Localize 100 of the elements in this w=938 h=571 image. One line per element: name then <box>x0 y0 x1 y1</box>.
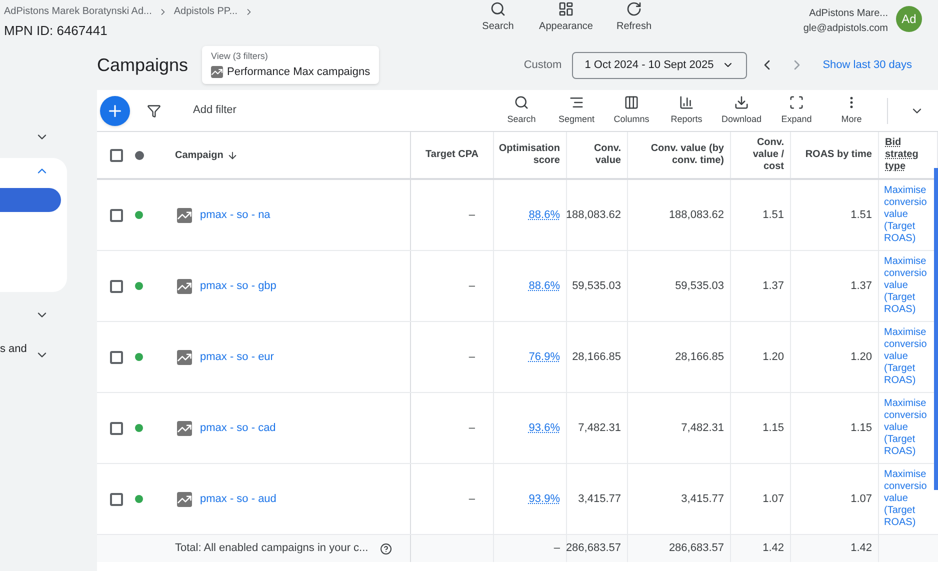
add-button[interactable] <box>100 96 130 126</box>
table-cell-text: – <box>468 492 475 507</box>
bid-strategy-link[interactable]: Maximise conversio value (Target ROAS) <box>884 256 938 316</box>
scrollbar[interactable] <box>934 168 938 490</box>
header-tool-button[interactable]: Search <box>464 0 532 34</box>
trend-icon <box>177 492 192 506</box>
selected-nav-item[interactable] <box>0 188 61 212</box>
column-header[interactable]: Conv. value <box>573 143 621 167</box>
columns-icon <box>624 94 639 110</box>
table-cell-text: 7,482.31 <box>681 420 724 436</box>
toolbar-button[interactable]: Columns <box>604 94 659 126</box>
checkbox[interactable] <box>110 280 122 292</box>
table-cell-text: 1.15 <box>762 420 784 436</box>
table-cell-text: 286,683.57 <box>566 541 621 556</box>
campaign-link[interactable]: pmax - so - cad <box>200 420 276 436</box>
bid-strategy-link[interactable]: Maximise conversio value (Target ROAS) <box>884 398 938 458</box>
column-header[interactable]: Target CPA <box>426 149 478 161</box>
score-link[interactable]: 93.6% <box>528 420 560 436</box>
refresh-icon <box>626 1 642 17</box>
table-cell-text: 3,415.77 <box>681 492 724 507</box>
lines-icon <box>569 94 584 110</box>
table-cell-text: 59,535.03 <box>572 278 621 294</box>
appearance-icon <box>558 1 574 17</box>
table-cell-text: 3,415.77 <box>578 492 621 507</box>
bid-strategy-link[interactable]: Maximise conversio value (Target ROAS) <box>884 185 938 245</box>
table-cell-text: 59,535.03 <box>675 278 724 294</box>
trend-icon <box>177 420 192 436</box>
search-icon <box>514 94 529 110</box>
search-icon <box>490 1 506 17</box>
score-link[interactable]: 88.6% <box>528 206 560 224</box>
table-cell-text: 1.51 <box>762 208 784 223</box>
toolbar-button[interactable]: Expand <box>769 94 824 126</box>
toolbar-button[interactable]: Reports <box>659 94 714 126</box>
nav-label[interactable]: s and <box>0 340 27 358</box>
column-header[interactable]: Conv. value / cost <box>737 137 784 173</box>
table-cell-text: 28,166.85 <box>675 350 724 365</box>
column-header[interactable]: Campaign <box>175 148 224 162</box>
bid-strategy-link[interactable]: Maximise conversio value (Target ROAS) <box>884 469 938 529</box>
account-email: gle@adpistols.com <box>803 22 888 36</box>
header-tool-button[interactable]: Refresh <box>600 0 668 34</box>
column-header[interactable]: Conv. value (by conv. time) <box>634 143 724 167</box>
chart-icon <box>679 94 694 110</box>
campaign-link[interactable]: pmax - so - aud <box>200 490 276 508</box>
filter-icon[interactable] <box>147 104 161 118</box>
header-tool-button[interactable]: Appearance <box>532 0 600 34</box>
table-cell-text: 7,482.31 <box>578 420 621 436</box>
score-link[interactable]: 88.6% <box>528 278 560 294</box>
date-label: Custom <box>524 58 562 73</box>
table-cell-text: 188,083.62 <box>566 208 621 223</box>
score-link[interactable]: 76.9% <box>528 348 560 366</box>
checkbox[interactable] <box>110 208 122 222</box>
trend-icon <box>177 350 192 364</box>
total-label: Total: All enabled campaigns in your c... <box>175 541 368 556</box>
sort-icon <box>227 150 238 160</box>
breadcrumb-link[interactable]: Adpistols PP... <box>174 4 238 19</box>
checkbox[interactable] <box>110 422 122 434</box>
mpn-id: MPN ID: 6467441 <box>4 22 108 40</box>
show-last-link[interactable]: Show last 30 days <box>822 56 912 74</box>
table-cell-text: 1.37 <box>762 278 784 294</box>
table-cell-text: 1.42 <box>850 541 872 556</box>
score-link[interactable]: 93.9% <box>528 490 560 508</box>
account-name: AdPistons Mare... <box>809 7 888 21</box>
column-header[interactable]: ROAS by time <box>805 149 872 161</box>
download-icon <box>734 94 749 110</box>
campaign-link[interactable]: pmax - so - eur <box>200 348 274 366</box>
table-cell-text: 1.37 <box>850 278 872 294</box>
add-filter-button[interactable]: Add filter <box>193 102 236 119</box>
toolbar-button[interactable]: Segment <box>549 94 604 126</box>
column-header[interactable]: Optimisation score <box>498 143 560 167</box>
view-selector[interactable]: View (3 filters) Performance Max campaigns <box>202 46 380 84</box>
checkbox[interactable] <box>110 350 122 364</box>
column-header[interactable]: Bid strateg type <box>885 137 931 173</box>
trend-icon <box>177 278 192 294</box>
checkbox[interactable] <box>110 148 122 162</box>
bid-strategy-link[interactable]: Maximise conversio value (Target ROAS) <box>884 327 938 387</box>
toolbar-button[interactable]: Download <box>714 94 769 126</box>
trend-icon <box>177 208 192 222</box>
table-cell-text: 1.42 <box>762 541 784 556</box>
table-cell-text: 28,166.85 <box>572 350 621 365</box>
campaign-link[interactable]: pmax - so - gbp <box>200 278 276 294</box>
expand-icon <box>789 94 804 110</box>
campaign-link[interactable]: pmax - so - na <box>200 206 270 224</box>
help-icon[interactable] <box>380 542 392 554</box>
page-title: Campaigns <box>97 54 188 77</box>
table-cell-text: – <box>468 208 475 223</box>
date-range-picker[interactable]: 1 Oct 2024 - 10 Sept 2025 <box>572 52 747 78</box>
toolbar-button[interactable]: More <box>824 94 879 126</box>
checkbox[interactable] <box>110 492 122 506</box>
trend-icon <box>211 66 224 78</box>
table-cell-text: 1.07 <box>762 492 784 507</box>
table-cell-text: 1.15 <box>850 420 872 436</box>
toolbar-button[interactable]: Search <box>494 94 549 126</box>
table-cell-text: – <box>468 420 475 436</box>
table-cell-text: 1.51 <box>850 208 872 223</box>
breadcrumb-link[interactable]: AdPistons Marek Boratynski Ad... <box>4 4 152 19</box>
table-cell-text: 1.07 <box>850 492 872 507</box>
table-cell-text: – <box>468 350 475 365</box>
table-cell-text: – <box>554 541 560 556</box>
table-cell-text: 286,683.57 <box>668 541 724 556</box>
table-cell-text: 188,083.62 <box>668 208 724 223</box>
